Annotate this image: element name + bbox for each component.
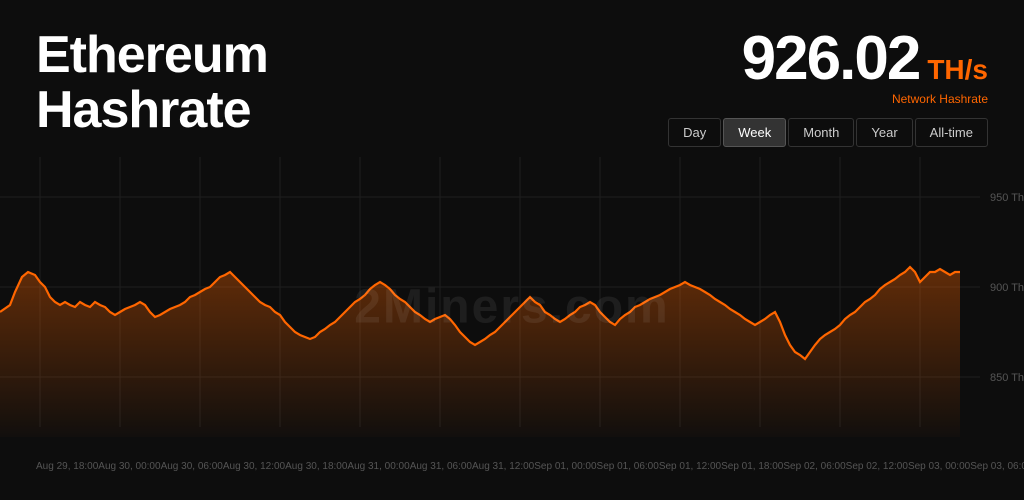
x-label: Aug 31, 12:00 bbox=[472, 461, 534, 472]
right-block: 926.02 TH/s Network Hashrate DayWeekMont… bbox=[668, 28, 988, 147]
x-label: Aug 30, 06:00 bbox=[161, 461, 223, 472]
x-label: Aug 30, 18:00 bbox=[285, 461, 347, 472]
x-label: Sep 01, 06:00 bbox=[597, 461, 659, 472]
filter-btn-week[interactable]: Week bbox=[723, 118, 786, 147]
chart-area: 950 Th/s 900 Th/s 850 Th/s 2Miners.com bbox=[0, 157, 1024, 457]
time-filter-group: DayWeekMonthYearAll-time bbox=[668, 118, 988, 147]
x-label: Sep 02, 12:00 bbox=[846, 461, 908, 472]
x-label: Sep 02, 06:00 bbox=[783, 461, 845, 472]
hashrate-value: 926.02 bbox=[742, 28, 920, 90]
filter-btn-alltime[interactable]: All-time bbox=[915, 118, 988, 147]
x-label: Sep 03, 00:00 bbox=[908, 461, 970, 472]
x-label: Aug 30, 00:00 bbox=[98, 461, 160, 472]
x-label: Aug 31, 00:00 bbox=[347, 461, 409, 472]
x-axis-labels: Aug 29, 18:00Aug 30, 00:00Aug 30, 06:00A… bbox=[0, 457, 1024, 472]
x-label: Aug 30, 12:00 bbox=[223, 461, 285, 472]
filter-btn-year[interactable]: Year bbox=[856, 118, 912, 147]
filter-btn-month[interactable]: Month bbox=[788, 118, 854, 147]
page-title: Ethereum Hashrate bbox=[36, 28, 268, 137]
svg-text:900 Th/s: 900 Th/s bbox=[990, 282, 1024, 294]
x-label: Sep 01, 18:00 bbox=[721, 461, 783, 472]
x-label: Aug 29, 18:00 bbox=[36, 461, 98, 472]
title-block: Ethereum Hashrate bbox=[36, 28, 268, 137]
header: Ethereum Hashrate 926.02 TH/s Network Ha… bbox=[0, 0, 1024, 147]
x-label: Aug 31, 06:00 bbox=[410, 461, 472, 472]
x-label: Sep 01, 12:00 bbox=[659, 461, 721, 472]
hashrate-label: Network Hashrate bbox=[892, 92, 988, 106]
hashrate-display: 926.02 TH/s bbox=[742, 28, 988, 90]
svg-text:950 Th/s: 950 Th/s bbox=[990, 192, 1024, 204]
hashrate-unit: TH/s bbox=[927, 56, 988, 84]
main-container: Ethereum Hashrate 926.02 TH/s Network Ha… bbox=[0, 0, 1024, 500]
hashrate-chart: 950 Th/s 900 Th/s 850 Th/s bbox=[0, 157, 1024, 457]
x-label: Sep 01, 00:00 bbox=[534, 461, 596, 472]
x-label: Sep 03, 06:00 bbox=[970, 461, 1024, 472]
svg-text:850 Th/s: 850 Th/s bbox=[990, 372, 1024, 384]
filter-btn-day[interactable]: Day bbox=[668, 118, 721, 147]
